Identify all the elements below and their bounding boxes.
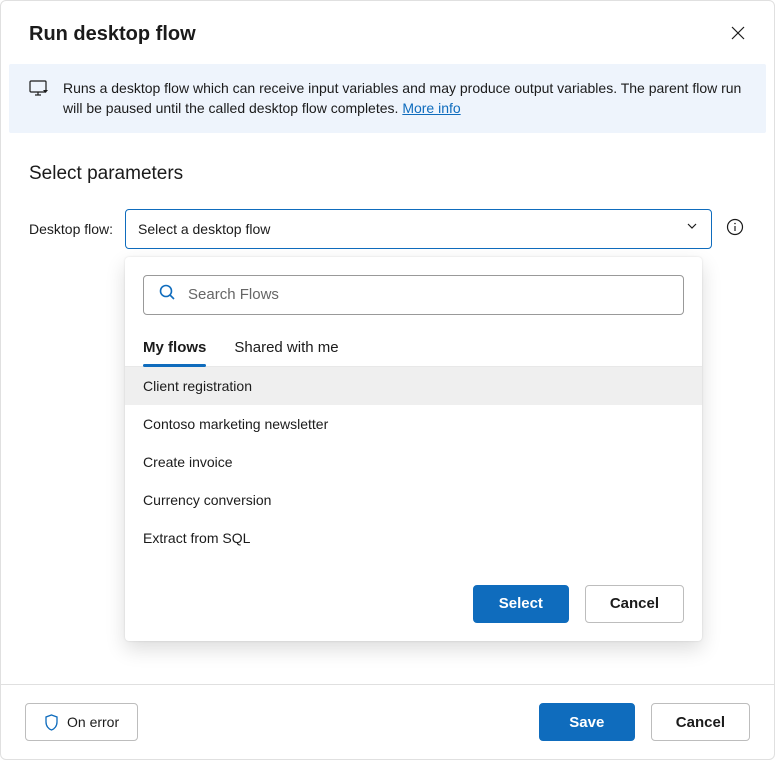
tab-my-flows[interactable]: My flows: [143, 331, 206, 366]
field-info-button[interactable]: [724, 216, 746, 241]
select-button[interactable]: Select: [473, 585, 569, 623]
flow-item-extract-from-sql[interactable]: Extract from SQL: [125, 519, 702, 557]
flow-item-create-invoice[interactable]: Create invoice: [125, 443, 702, 481]
dialog-header: Run desktop flow: [1, 1, 774, 64]
flow-item-currency-conversion[interactable]: Currency conversion: [125, 481, 702, 519]
desktop-flow-dropdown-wrap: Select a desktop flow: [125, 209, 712, 249]
dialog-footer: On error Save Cancel: [1, 684, 774, 759]
chevron-down-icon: [685, 219, 699, 238]
on-error-button[interactable]: On error: [25, 703, 138, 741]
banner-text: Runs a desktop flow which can receive in…: [63, 78, 746, 119]
info-icon: [726, 218, 744, 236]
info-banner: Runs a desktop flow which can receive in…: [9, 64, 766, 133]
footer-actions: Save Cancel: [539, 703, 750, 741]
popover-actions: Select Cancel: [143, 585, 684, 623]
desktop-flow-field-row: Desktop flow: Select a desktop flow: [29, 209, 746, 249]
more-info-link[interactable]: More info: [402, 100, 460, 116]
search-input[interactable]: [188, 286, 669, 303]
desktop-flow-dropdown[interactable]: Select a desktop flow: [125, 209, 712, 249]
section-heading: Select parameters: [29, 163, 746, 185]
close-icon: [730, 25, 746, 41]
search-icon: [158, 283, 176, 306]
save-button[interactable]: Save: [539, 703, 635, 741]
popover-cancel-button[interactable]: Cancel: [585, 585, 684, 623]
shield-icon: [44, 714, 59, 731]
flow-tabs: My flows Shared with me: [125, 331, 702, 367]
flow-item-client-registration[interactable]: Client registration: [125, 367, 702, 405]
tab-shared-with-me[interactable]: Shared with me: [234, 331, 338, 366]
dialog-body: Select parameters Desktop flow: Select a…: [1, 133, 774, 684]
run-desktop-flow-dialog: Run desktop flow Runs a desktop flow whi…: [0, 0, 775, 760]
on-error-label: On error: [67, 714, 119, 730]
search-box[interactable]: [143, 275, 684, 315]
desktop-flow-icon: [29, 80, 49, 119]
flow-picker-popover: My flows Shared with me Client registrat…: [125, 257, 702, 641]
flow-item-contoso-newsletter[interactable]: Contoso marketing newsletter: [125, 405, 702, 443]
dropdown-placeholder: Select a desktop flow: [138, 221, 270, 237]
dialog-title: Run desktop flow: [29, 23, 196, 46]
cancel-button[interactable]: Cancel: [651, 703, 750, 741]
flow-list: Client registration Contoso marketing ne…: [125, 367, 702, 557]
close-button[interactable]: [726, 21, 750, 48]
desktop-flow-label: Desktop flow:: [29, 221, 113, 237]
